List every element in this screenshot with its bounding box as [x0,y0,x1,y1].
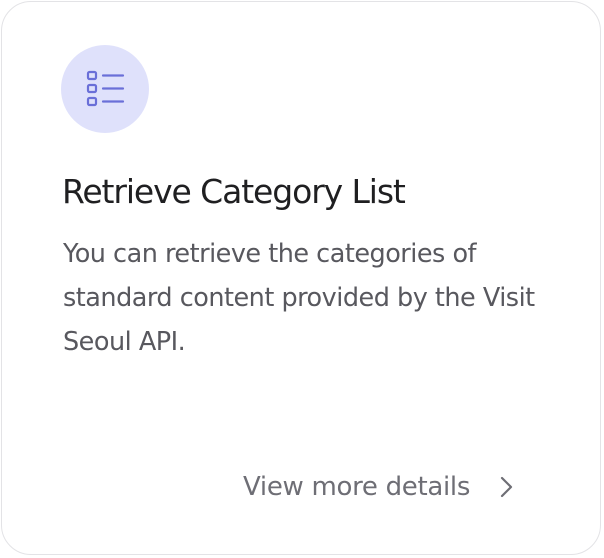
card-description: You can retrieve the categories of stand… [63,239,535,357]
list-icon [86,70,125,107]
view-more-details-label: View more details [243,472,471,502]
icon-badge [61,45,149,133]
api-card: Retrieve Category List You can retrieve … [1,1,601,555]
card-title: Retrieve Category List [62,172,406,211]
view-more-details-link[interactable]: View more details [243,464,514,510]
chevron-right-icon [501,476,513,498]
